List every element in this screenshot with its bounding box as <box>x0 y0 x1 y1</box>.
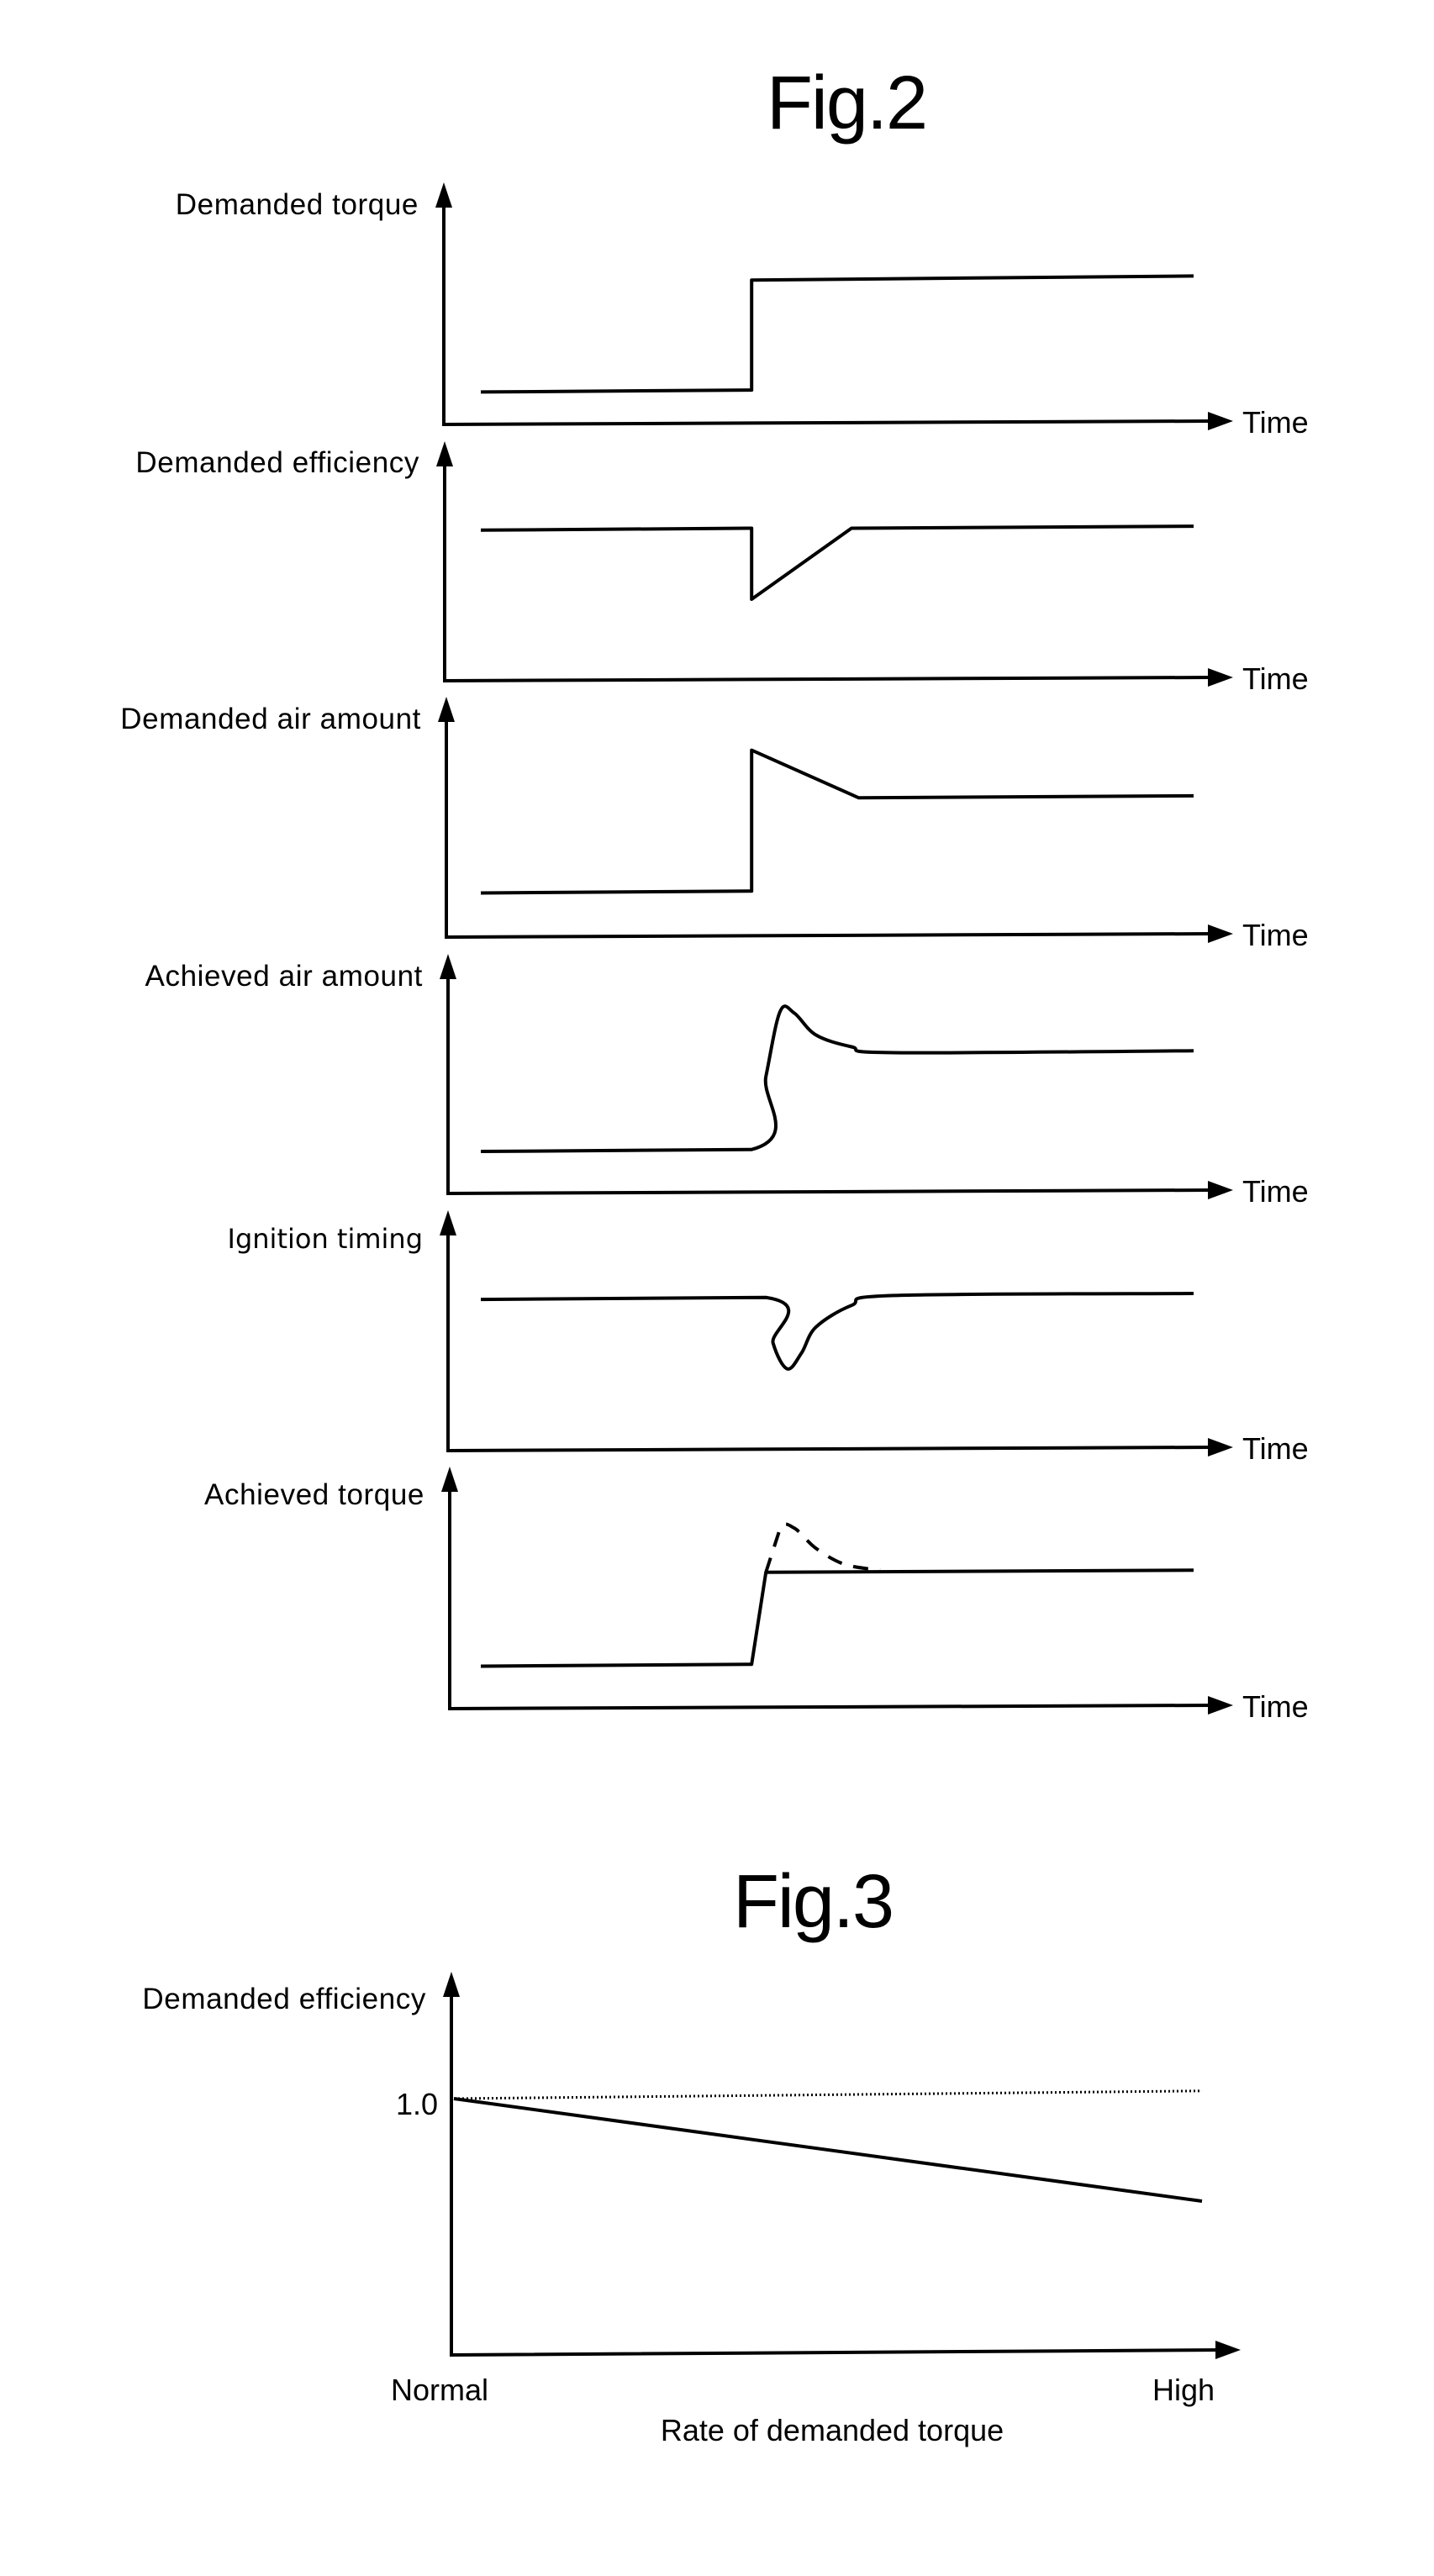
y-axis-label: Demanded efficiency <box>135 446 419 479</box>
fig2-panel-achieved-air-amount: Achieved air amount Time <box>145 954 1309 1209</box>
series-line-demanded-efficiency-proposed <box>453 2097 1203 2203</box>
fig2-panels: Demanded torque Time Demanded efficiency Ti… <box>120 182 1309 1724</box>
x-axis-label: Time <box>1242 1431 1309 1466</box>
x-axis-label: Time <box>1242 1689 1309 1724</box>
y-axis-label: Demanded torque <box>176 188 419 221</box>
x-axis-arrow-icon <box>1208 412 1233 430</box>
y-tick-label: 1.0 <box>396 2087 438 2121</box>
axes <box>443 458 1211 683</box>
x-axis-label: Time <box>1242 405 1309 440</box>
x-axis-arrow-icon <box>1208 1438 1233 1457</box>
axes <box>446 1227 1211 1453</box>
axes <box>446 971 1211 1196</box>
y-axis-label: Demanded efficiency <box>142 1983 426 2015</box>
y-axis-arrow-icon <box>438 697 455 722</box>
axes <box>448 1483 1211 1711</box>
series-line-demanded-efficiency <box>480 524 1194 601</box>
fig3-title: Fig.3 <box>733 1860 893 1944</box>
x-axis-label: Time <box>1242 918 1309 952</box>
y-axis-arrow-icon <box>436 441 453 466</box>
fig2-panel-demanded-efficiency: Demanded efficiency Time <box>135 441 1309 696</box>
series-line-achieved-torque <box>480 1568 1194 1668</box>
fig2-panel-achieved-torque: Achieved torque Time <box>204 1467 1309 1724</box>
figure-page: Fig.2 Demanded torqueTimeDemanded effici… <box>120 61 1309 2447</box>
fig2-panel-ignition-timing: Ignition timing Time <box>228 1210 1309 1466</box>
fig2-title: Fig.2 <box>767 61 926 145</box>
series-line-demanded-torque <box>480 274 1194 394</box>
x-axis-arrow-icon <box>1215 2341 1241 2359</box>
y-axis-label: Achieved air amount <box>145 960 423 993</box>
x-axis-arrow-icon <box>1208 1181 1233 1199</box>
series-line-demanded-air-amount <box>480 748 1194 895</box>
y-axis-label: Achieved torque <box>204 1478 424 1511</box>
x-axis-label: Time <box>1242 1174 1309 1209</box>
y-axis-arrow-icon <box>440 954 456 979</box>
axes <box>450 1989 1225 2357</box>
x-tick-label-high: High <box>1152 2373 1215 2407</box>
series-line-ignition-timing <box>480 1292 1194 1371</box>
series-line-achieved-air-amount <box>480 1004 1194 1154</box>
x-axis-arrow-icon <box>1208 925 1233 943</box>
fig2-panel-demanded-air-amount: Demanded air amount Time <box>120 697 1309 952</box>
y-axis-arrow-icon <box>441 1467 458 1492</box>
y-axis-label: Demanded air amount <box>120 703 421 735</box>
x-axis-label: Time <box>1242 661 1309 696</box>
axes <box>445 714 1211 940</box>
series-line-achieved-torque-without-ignition-retard <box>764 1522 881 1573</box>
fig3-chart: Demanded efficiency 1.0 Normal High Rate of … <box>142 1972 1241 2447</box>
x-axis-arrow-icon <box>1208 1696 1233 1715</box>
series-line-demanded-efficiency-reference <box>453 2089 1203 2100</box>
x-axis-label: Rate of demanded torque <box>661 2413 1004 2447</box>
x-axis-arrow-icon <box>1208 668 1233 687</box>
fig2-panel-demanded-torque: Demanded torque Time <box>176 182 1309 440</box>
y-axis-arrow-icon <box>440 1210 456 1235</box>
y-axis-arrow-icon <box>443 1972 460 1997</box>
x-tick-label-normal: Normal <box>391 2373 488 2407</box>
y-axis-arrow-icon <box>435 182 452 208</box>
y-axis-label: Ignition timing <box>228 1223 423 1255</box>
